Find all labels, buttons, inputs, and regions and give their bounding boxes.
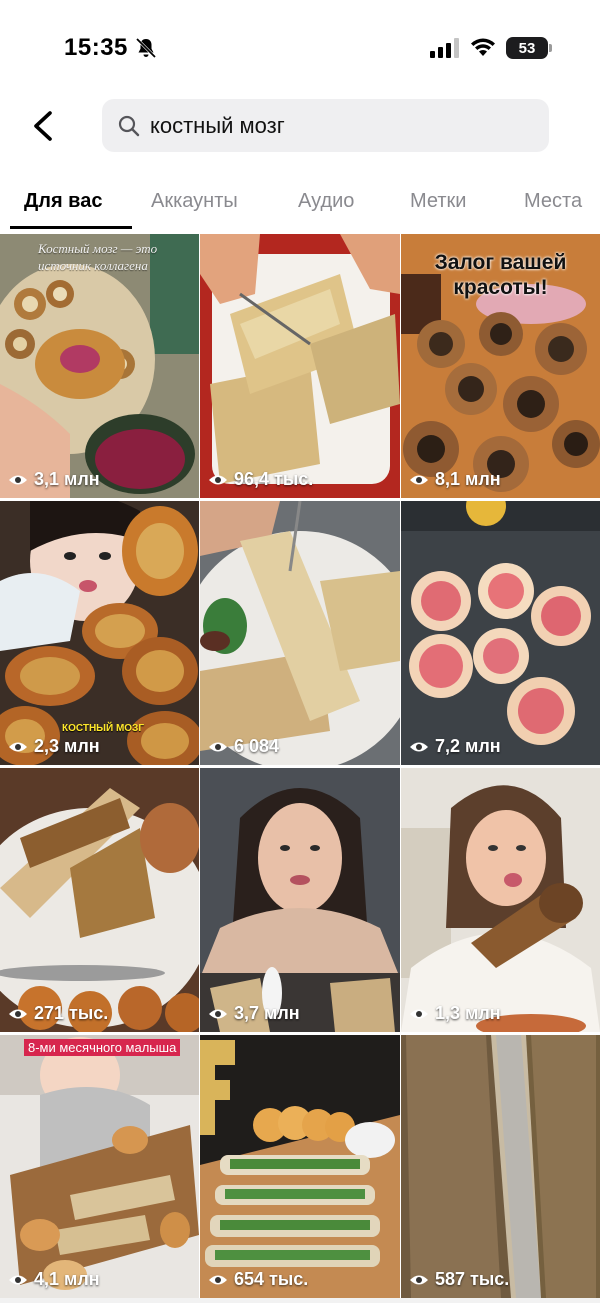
battery-cap [549,44,552,52]
tab-places[interactable]: Места [524,190,582,213]
view-count-label: 3,7 млн [234,1003,300,1023]
wifi-icon [471,38,495,56]
view-count-label: 271 тыс. [34,1003,109,1023]
view-count: 3,1 млн [8,469,100,490]
eye-icon [410,475,428,484]
search-icon [118,115,140,136]
result-tile[interactable]: Залог вашей красоты! 8,1 млн [401,234,600,498]
result-tile[interactable]: Костный мозг — это источник коллагена 3,… [0,234,199,498]
battery-indicator: 53 [506,37,548,59]
eye-icon [410,1275,428,1284]
thumbnail-image [0,768,199,1032]
thumbnail-image [401,501,600,765]
tab-audio[interactable]: Аудио [298,190,354,213]
eye-icon [9,742,27,751]
result-tile[interactable]: КОСТНЫЙ МОЗГ 2,3 млн [0,501,199,765]
tab-for-you[interactable]: Для вас [24,190,102,213]
view-count: 654 тыс. [208,1269,308,1290]
view-count-label: 3,1 млн [34,469,100,489]
thumbnail-image [401,1035,600,1298]
result-tile[interactable]: 8-ми месячного малыша 4,1 млн [0,1035,199,1298]
result-tile[interactable]: 654 тыс. [200,1035,400,1298]
tab-bar: Для вас Аккаунты Аудио Метки Места [0,178,600,230]
status-time: 15:35 [64,34,128,61]
tab-accounts[interactable]: Аккаунты [151,190,238,213]
battery-level: 53 [518,39,536,57]
view-count-label: 4,1 млн [34,1269,100,1289]
view-count: 6 084 [208,736,279,757]
view-count-label: 1,3 млн [435,1003,501,1023]
eye-icon [9,475,27,484]
view-count: 2,3 млн [8,736,100,757]
active-tab-indicator [10,226,132,229]
video-caption: Костный мозг — это источник коллагена [38,241,158,273]
view-count: 96,4 тыс. [208,469,313,490]
result-tile[interactable]: 3,7 млн [200,768,400,1032]
video-caption: 8-ми месячного малыша [24,1039,181,1056]
thumbnail-image [0,1035,199,1298]
view-count-label: 587 тыс. [435,1269,510,1289]
eye-icon [410,1009,428,1018]
tab-tags[interactable]: Метки [410,190,466,213]
eye-icon [9,1009,27,1018]
result-tile[interactable]: 6 084 [200,501,400,765]
result-tile[interactable]: 1,3 млн [401,768,600,1032]
result-tile[interactable]: 271 тыс. [0,768,199,1032]
view-count-label: 654 тыс. [234,1269,309,1289]
thumbnail-image [401,768,600,1032]
view-count: 7,2 млн [409,736,501,757]
search-input[interactable] [150,112,530,139]
cellular-signal-icon [430,38,459,58]
thumbnail-image [200,234,400,498]
thumbnail-image [200,501,400,765]
eye-icon [410,742,428,751]
result-tile[interactable]: 96,4 тыс. [200,234,400,498]
view-count: 1,3 млн [409,1003,501,1024]
view-count: 4,1 млн [8,1269,100,1290]
back-button[interactable] [24,104,64,148]
bell-slash-icon [135,37,157,59]
view-count: 3,7 млн [208,1003,300,1024]
view-count-label: 7,2 млн [435,736,501,756]
view-count-label: 6 084 [234,736,280,756]
thumbnail-image [200,1035,400,1298]
eye-icon [209,1275,227,1284]
eye-icon [209,742,227,751]
result-tile[interactable]: 7,2 млн [401,501,600,765]
eye-icon [209,1009,227,1018]
search-bar[interactable] [102,99,549,152]
bottom-edge [0,1298,600,1303]
view-count: 587 тыс. [409,1269,509,1290]
view-count-label: 2,3 млн [34,736,100,756]
view-count-label: 96,4 тыс. [234,469,314,489]
view-count: 271 тыс. [8,1003,108,1024]
result-tile[interactable]: 587 тыс. [401,1035,600,1298]
video-caption: Залог вашей красоты! [434,251,567,299]
video-caption: КОСТНЫЙ МОЗГ [62,723,144,734]
view-count-label: 8,1 млн [435,469,501,489]
eye-icon [9,1275,27,1284]
status-bar: 15:35 53 [0,0,600,96]
view-count: 8,1 млн [409,469,501,490]
thumbnail-image [200,768,400,1032]
eye-icon [209,475,227,484]
